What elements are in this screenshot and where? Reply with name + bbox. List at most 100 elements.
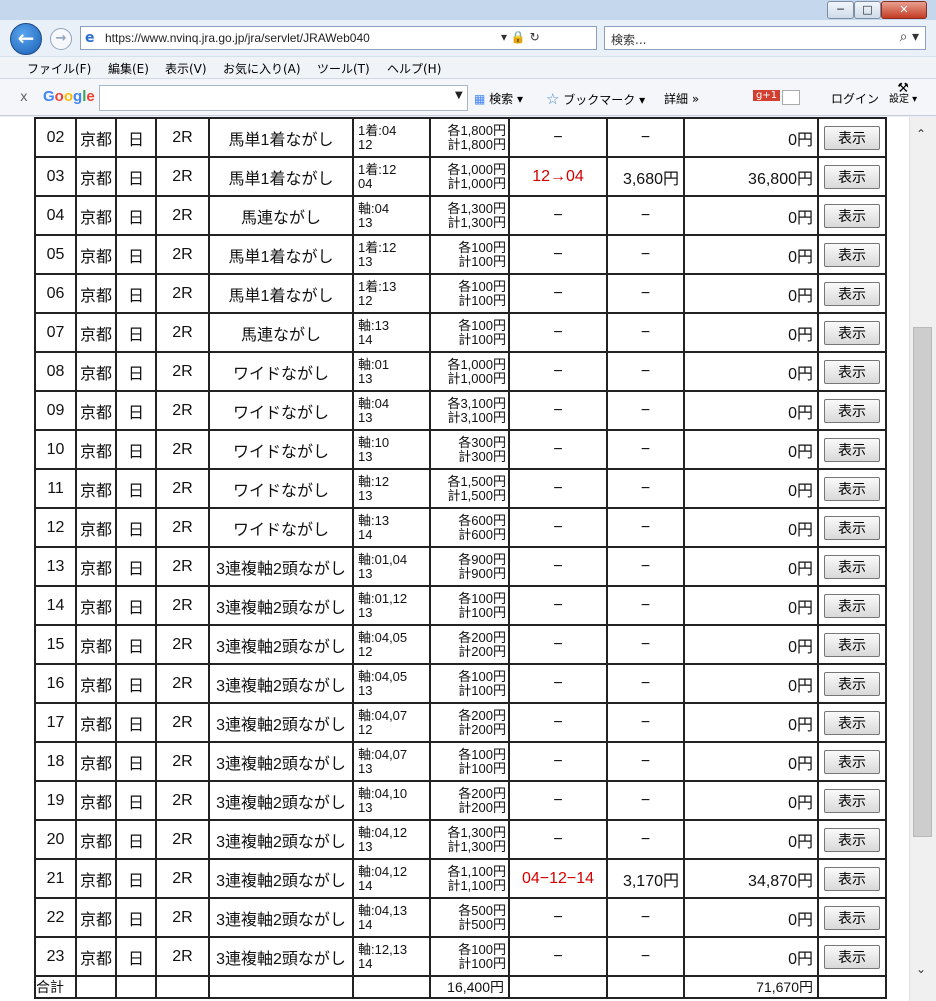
show-detail-button[interactable]: 表示 bbox=[824, 905, 880, 930]
payout-odds: − bbox=[606, 741, 685, 782]
scroll-thumb[interactable] bbox=[913, 327, 932, 837]
race-number: 2R bbox=[155, 936, 210, 977]
bet-amount-line: 各100円 bbox=[458, 590, 506, 606]
show-detail-button[interactable]: 表示 bbox=[824, 281, 880, 306]
race-number: 2R bbox=[155, 624, 210, 665]
back-button[interactable]: ← bbox=[10, 23, 42, 55]
payout-odds: 3,680円 bbox=[606, 156, 685, 197]
show-detail-button[interactable]: 表示 bbox=[824, 866, 880, 891]
bet-amount-line: 計200円 bbox=[458, 721, 506, 737]
minimize-button[interactable]: ─ bbox=[827, 1, 854, 19]
menu-file[interactable]: ファイル(F) bbox=[27, 60, 91, 77]
show-detail-cell: 表示 bbox=[817, 351, 887, 392]
show-detail-button[interactable]: 表示 bbox=[824, 476, 880, 501]
show-detail-button[interactable]: 表示 bbox=[824, 593, 880, 618]
show-detail-button[interactable]: 表示 bbox=[824, 398, 880, 423]
bet-type: 馬単1着ながし bbox=[208, 117, 354, 158]
bet-amount-line: 各1,300円 bbox=[447, 824, 506, 840]
row-number: 05 bbox=[34, 234, 77, 275]
search-placeholder[interactable]: 検索... bbox=[611, 31, 646, 48]
maximize-button[interactable]: □ bbox=[854, 1, 881, 19]
toolbar-close-icon[interactable]: x bbox=[20, 90, 28, 105]
table-row: 11 京都日 2R ワイドながし 軸:12 13 各1,500円 計1,500円 − −0円 表示 bbox=[34, 468, 887, 509]
bet-selection-line: 軸:04 bbox=[358, 200, 390, 216]
race-number: 2R bbox=[155, 351, 210, 392]
return-amount: 0円 bbox=[683, 429, 819, 470]
show-detail-button[interactable]: 表示 bbox=[824, 164, 880, 189]
close-window-button[interactable]: ✕ bbox=[881, 1, 927, 19]
bet-amount: 各100円 計100円 bbox=[429, 312, 510, 353]
menu-view[interactable]: 表示(V) bbox=[165, 60, 207, 77]
show-detail-button[interactable]: 表示 bbox=[824, 437, 880, 462]
url-text[interactable]: https://www.nvinq.jra.go.jp/jra/servlet/… bbox=[105, 31, 370, 45]
show-detail-button[interactable]: 表示 bbox=[824, 242, 880, 267]
total-amount: 16,400円 bbox=[429, 975, 510, 999]
show-detail-button[interactable]: 表示 bbox=[824, 515, 880, 540]
bet-amount-line: 各300円 bbox=[458, 434, 506, 450]
vertical-scrollbar[interactable]: ⌃ ⌄ bbox=[909, 117, 936, 1001]
race-number: 2R bbox=[155, 585, 210, 626]
racecourse: 京都 bbox=[75, 234, 117, 275]
wrench-icon: ⚒ bbox=[897, 81, 909, 96]
search-icon[interactable]: ⌕ ▾ bbox=[900, 29, 919, 45]
race-number: 2R bbox=[155, 819, 210, 860]
google-search-input[interactable] bbox=[99, 85, 468, 111]
browser-search-box[interactable]: 検索... ⌕ ▾ bbox=[604, 26, 926, 50]
show-detail-button[interactable]: 表示 bbox=[824, 827, 880, 852]
hit-combination: − bbox=[508, 507, 608, 548]
menu-favorites[interactable]: お気に入り(A) bbox=[223, 60, 301, 77]
race-day: 日 bbox=[115, 312, 157, 353]
payout-odds: − bbox=[606, 507, 685, 548]
bet-selection: 1着:13 12 bbox=[352, 273, 431, 314]
show-detail-button[interactable]: 表示 bbox=[824, 125, 880, 150]
settings-button[interactable]: ⚒ 設定 ▾ bbox=[889, 81, 918, 105]
show-detail-button[interactable]: 表示 bbox=[824, 359, 880, 384]
hit-combination: − bbox=[508, 702, 608, 743]
login-link[interactable]: ログイン bbox=[831, 90, 879, 107]
hit-combination: − bbox=[508, 429, 608, 470]
show-detail-button[interactable]: 表示 bbox=[824, 554, 880, 579]
show-detail-button[interactable]: 表示 bbox=[824, 710, 880, 735]
return-amount: 0円 bbox=[683, 936, 819, 977]
menu-edit[interactable]: 編集(E) bbox=[108, 60, 149, 77]
bet-type: 3連複軸2頭ながし bbox=[208, 819, 354, 860]
scroll-up-icon[interactable]: ⌃ bbox=[916, 127, 926, 141]
bet-selection: 軸:04,13 14 bbox=[352, 897, 431, 938]
show-detail-button[interactable]: 表示 bbox=[824, 671, 880, 696]
detail-button[interactable]: 詳細 » bbox=[664, 90, 699, 107]
forward-button[interactable]: → bbox=[50, 28, 72, 50]
show-detail-button[interactable]: 表示 bbox=[824, 632, 880, 657]
row-number: 13 bbox=[34, 546, 77, 587]
return-amount: 34,870円 bbox=[683, 858, 819, 899]
bet-selection-line: 12 bbox=[358, 721, 373, 737]
scroll-down-icon[interactable]: ⌄ bbox=[916, 962, 926, 976]
bet-selection-line: 13 bbox=[358, 409, 373, 425]
hit-combination: − bbox=[508, 312, 608, 353]
show-detail-button[interactable]: 表示 bbox=[824, 788, 880, 813]
bookmark-button[interactable]: ☆ ブックマーク ▾ bbox=[546, 90, 645, 108]
return-amount: 0円 bbox=[683, 819, 819, 860]
return-amount: 0円 bbox=[683, 702, 819, 743]
address-tools[interactable]: ▾ 🔒 ↻ bbox=[501, 30, 540, 44]
google-plus-one-button[interactable]: g+1 bbox=[753, 90, 781, 101]
total-return: 71,670円 bbox=[683, 975, 819, 999]
chevron-down-icon[interactable]: ▼ bbox=[455, 90, 463, 101]
racecourse: 京都 bbox=[75, 312, 117, 353]
show-detail-button[interactable]: 表示 bbox=[824, 320, 880, 345]
payout-odds: − bbox=[606, 117, 685, 158]
row-number: 15 bbox=[34, 624, 77, 665]
race-day: 日 bbox=[115, 117, 157, 158]
menu-tools[interactable]: ツール(T) bbox=[317, 60, 370, 77]
bet-type: ワイドながし bbox=[208, 429, 354, 470]
show-detail-button[interactable]: 表示 bbox=[824, 944, 880, 969]
address-bar[interactable]: e https://www.nvinq.jra.go.jp/jra/servle… bbox=[80, 26, 597, 50]
bet-type: 3連複軸2頭ながし bbox=[208, 663, 354, 704]
bet-amount-line: 計500円 bbox=[458, 916, 506, 932]
bet-selection: 軸:12,13 14 bbox=[352, 936, 431, 977]
show-detail-button[interactable]: 表示 bbox=[824, 203, 880, 228]
google-search-button[interactable]: ▦ 検索 ▾ bbox=[474, 90, 523, 107]
settings-label: 設定 ▾ bbox=[889, 94, 918, 105]
table-row: 09 京都日 2R ワイドながし 軸:04 13 各3,100円 計3,100円 − −0円 表示 bbox=[34, 390, 887, 431]
menu-help[interactable]: ヘルプ(H) bbox=[387, 60, 441, 77]
show-detail-button[interactable]: 表示 bbox=[824, 749, 880, 774]
